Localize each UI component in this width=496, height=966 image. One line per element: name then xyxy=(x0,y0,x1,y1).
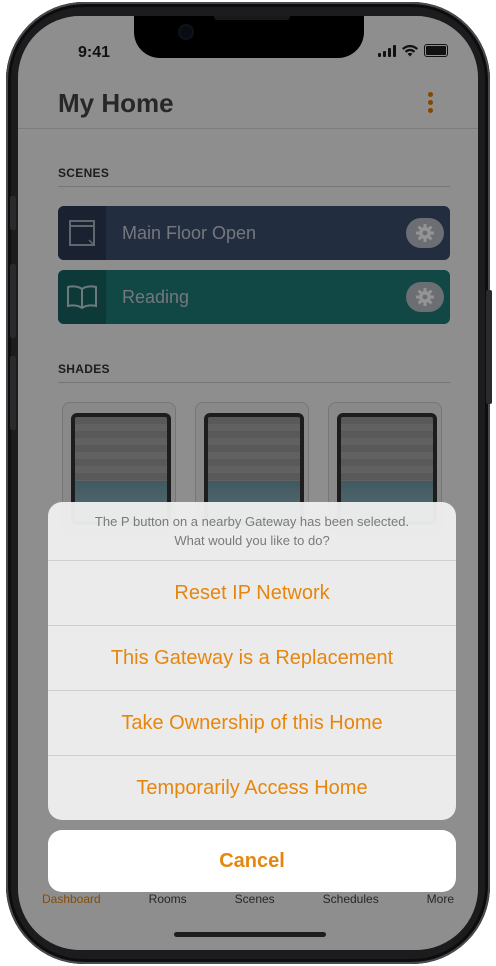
gateway-replacement-button[interactable]: This Gateway is a Replacement xyxy=(48,626,456,691)
action-sheet: The P button on a nearby Gateway has bee… xyxy=(48,502,456,820)
temporarily-access-home-button[interactable]: Temporarily Access Home xyxy=(48,756,456,820)
silent-switch xyxy=(10,196,16,230)
phone-screen: 9:41 My Home SCENES Main Floor Open Read… xyxy=(18,16,478,950)
home-indicator xyxy=(174,932,326,937)
reset-ip-network-button[interactable]: Reset IP Network xyxy=(48,561,456,626)
action-sheet-message-line: The P button on a nearby Gateway has bee… xyxy=(94,514,410,529)
action-sheet-message: The P button on a nearby Gateway has bee… xyxy=(48,502,456,561)
action-sheet-message-line: What would you like to do? xyxy=(174,533,330,548)
volume-down-button xyxy=(10,356,16,430)
take-ownership-button[interactable]: Take Ownership of this Home xyxy=(48,691,456,756)
power-button xyxy=(486,290,492,404)
volume-up-button xyxy=(10,264,16,338)
cancel-button[interactable]: Cancel xyxy=(48,830,456,892)
